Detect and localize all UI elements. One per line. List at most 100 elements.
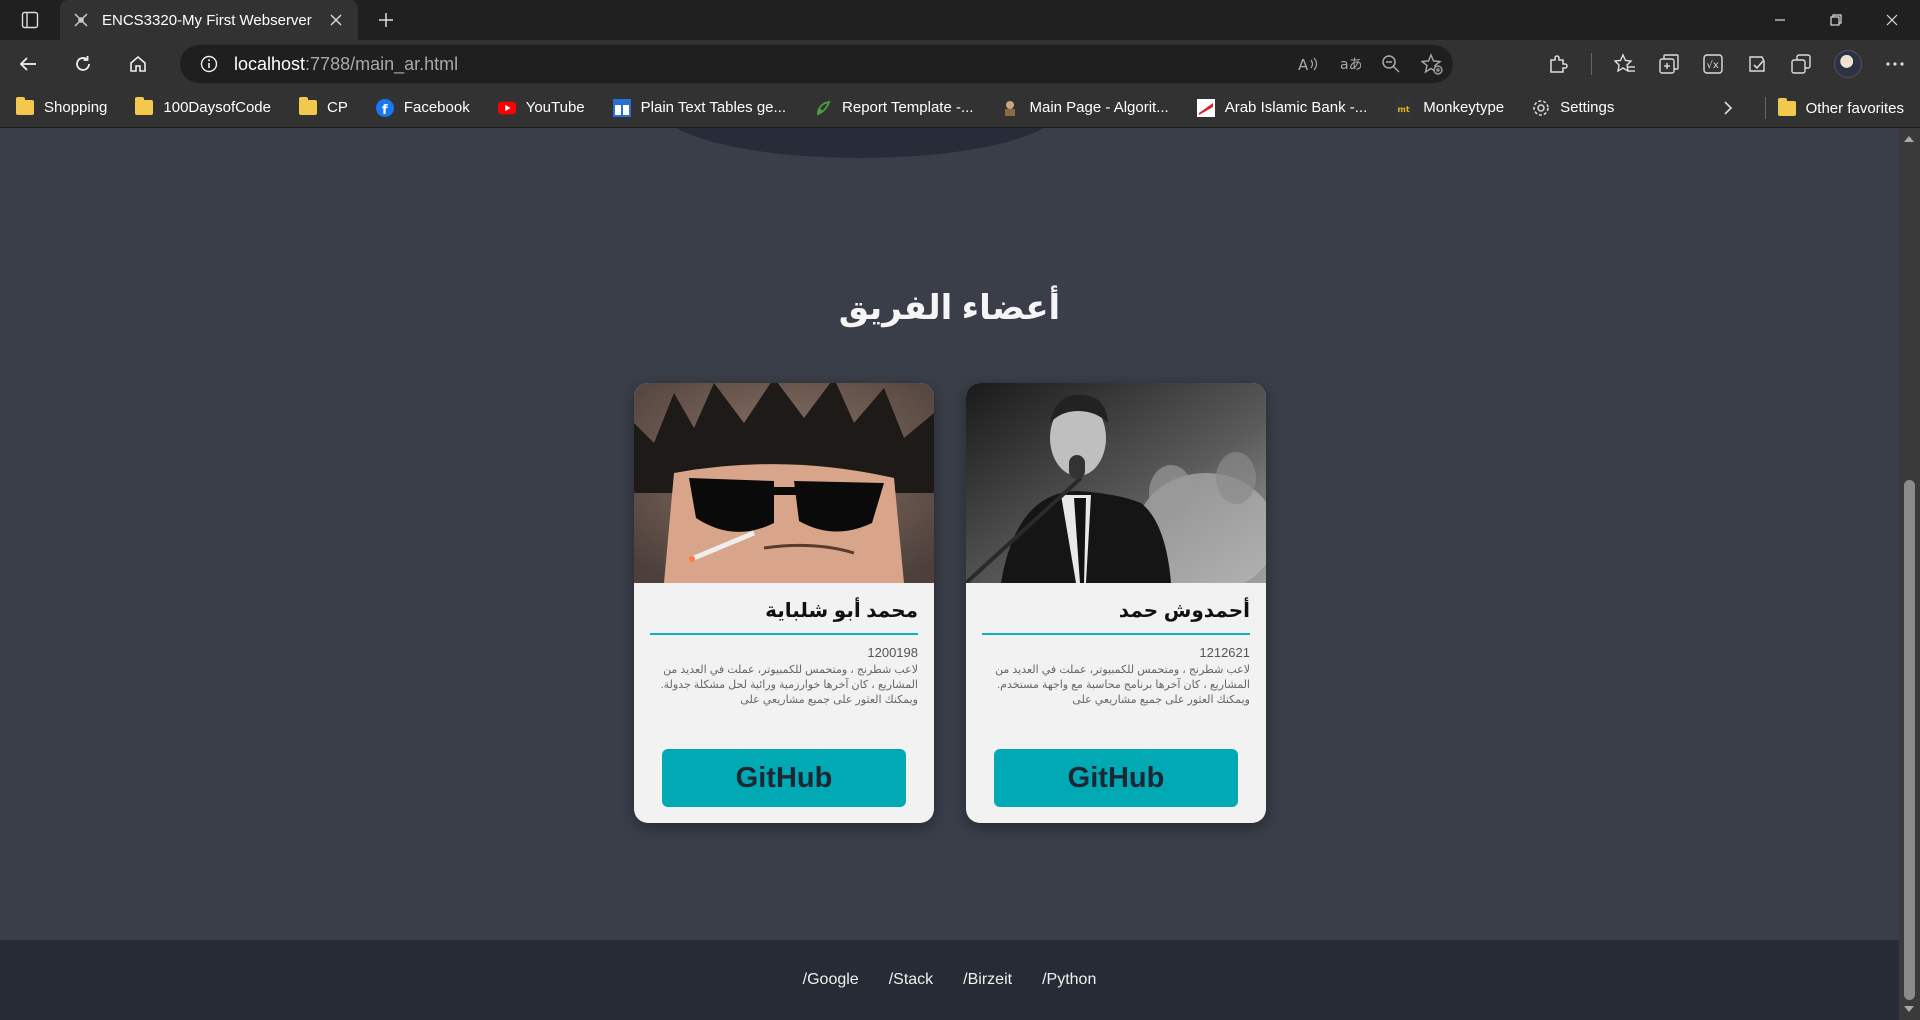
member-info: أحمدوش حمد 1212621 لاعب شطرنج ، ومتحمس ل…	[966, 583, 1266, 708]
footer-link-stack[interactable]: /Stack	[889, 971, 933, 989]
member-id: 1200198	[867, 645, 918, 660]
monkeytype-icon: mt	[1395, 98, 1414, 117]
team-member-card: أحمدوش حمد 1212621 لاعب شطرنج ، ومتحمس ل…	[966, 383, 1266, 823]
more-menu-icon[interactable]	[1884, 53, 1906, 75]
minimize-icon	[1775, 19, 1785, 21]
refresh-icon	[75, 56, 90, 71]
browser-toolbar: localhost:7788/main_ar.html A aあ √x	[0, 40, 1920, 88]
back-button[interactable]	[0, 40, 55, 88]
bookmark-plain-text-tables[interactable]: Plain Text Tables ge...	[612, 98, 786, 117]
gear-icon	[1532, 99, 1550, 117]
other-favorites[interactable]: Other favorites	[1777, 97, 1904, 117]
scroll-down-arrow-icon[interactable]	[1904, 1006, 1914, 1012]
tab-title: ENCS3320-My First Webserver	[102, 11, 312, 29]
browser-titlebar: ENCS3320-My First Webserver	[0, 0, 1920, 40]
bookmarks-bar: Shopping 100DaysofCode CP f Facebook YouT…	[0, 88, 1920, 128]
page-footer: /Google /Stack /Birzeit /Python	[0, 940, 1899, 1020]
header-arc-decoration	[660, 128, 1060, 158]
svg-text:f: f	[382, 103, 388, 117]
member-info: محمد أبو شلباية 1200198 لاعب شطرنج ، ومت…	[634, 583, 934, 708]
toolbar-right-icons: √x	[1547, 40, 1906, 88]
tables-icon	[612, 98, 631, 117]
restore-button[interactable]	[1808, 0, 1864, 40]
section-title: أعضاء الفريق	[838, 289, 1061, 327]
close-icon	[1886, 14, 1898, 26]
bookmark-shopping[interactable]: Shopping	[16, 97, 107, 117]
team-member-card: محمد أبو شلباية 1200198 لاعب شطرنج ، ومت…	[634, 383, 934, 823]
singer-portrait-image	[966, 383, 1266, 583]
scroll-up-arrow-icon[interactable]	[1904, 136, 1914, 142]
add-favorite-icon[interactable]	[1421, 53, 1443, 75]
footer-link-google[interactable]: /Google	[803, 971, 859, 989]
refresh-button[interactable]	[55, 40, 110, 88]
home-icon	[129, 55, 146, 72]
url-text[interactable]: localhost:7788/main_ar.html	[234, 54, 458, 75]
svg-text:√x: √x	[1707, 60, 1719, 71]
bookmark-100daysofcode[interactable]: 100DaysofCode	[135, 97, 271, 117]
tab-active[interactable]: ENCS3320-My First Webserver	[60, 0, 358, 40]
translate-icon[interactable]: aあ	[1339, 54, 1361, 74]
svg-text:mt: mt	[1398, 105, 1410, 114]
new-tab-button[interactable]	[366, 0, 406, 40]
zoom-out-icon[interactable]	[1381, 54, 1401, 74]
folder-icon	[298, 97, 317, 117]
site-favicon-icon	[74, 13, 88, 27]
plus-icon	[379, 13, 393, 27]
facebook-icon: f	[375, 98, 394, 117]
tab-actions-button[interactable]	[0, 0, 60, 40]
page-scrollbar[interactable]	[1899, 128, 1920, 1020]
folder-icon	[1777, 97, 1796, 117]
footer-link-birzeit[interactable]: /Birzeit	[963, 971, 1012, 989]
chevron-right-icon[interactable]	[1721, 100, 1735, 116]
tab-close-button[interactable]	[326, 10, 346, 30]
anime-avatar-image	[634, 383, 934, 583]
math-solver-icon[interactable]: √x	[1702, 53, 1724, 75]
extensions-icon[interactable]	[1547, 53, 1569, 75]
minimize-button[interactable]	[1752, 0, 1808, 40]
bookmark-settings[interactable]: Settings	[1532, 99, 1614, 117]
close-icon	[330, 14, 342, 26]
member-name: محمد أبو شلباية	[765, 600, 918, 622]
member-description: لاعب شطرنج ، ومتحمس للكمبيوتر، عملت في ا…	[995, 664, 1250, 706]
bookmark-youtube[interactable]: YouTube	[497, 99, 585, 117]
window-controls	[1752, 0, 1920, 40]
bookmark-monkeytype[interactable]: mt Monkeytype	[1395, 98, 1504, 117]
bookmark-facebook[interactable]: f Facebook	[375, 98, 470, 117]
youtube-icon	[497, 99, 516, 117]
home-button[interactable]	[110, 40, 165, 88]
bank-icon	[1196, 98, 1215, 117]
svg-text:A: A	[1298, 56, 1309, 74]
bookmark-arab-islamic-bank[interactable]: Arab Islamic Bank -...	[1196, 98, 1367, 117]
bookmarks-divider	[1764, 97, 1766, 119]
bookmarks-right: Other favorites	[1721, 88, 1904, 128]
address-bar[interactable]: localhost:7788/main_ar.html A aあ	[180, 45, 1453, 83]
read-aloud-icon[interactable]: A	[1297, 54, 1319, 74]
collections-icon[interactable]	[1658, 53, 1680, 75]
favorites-icon[interactable]	[1614, 53, 1636, 75]
github-button[interactable]: GitHub	[662, 749, 906, 807]
tab-actions-icon	[21, 11, 39, 29]
svg-text:aあ: aあ	[1340, 57, 1361, 73]
github-button[interactable]: GitHub	[994, 749, 1238, 807]
scroll-thumb[interactable]	[1904, 480, 1915, 1000]
footer-link-python[interactable]: /Python	[1042, 971, 1096, 989]
info-icon[interactable]	[200, 55, 218, 73]
toolbar-divider	[1591, 53, 1592, 75]
name-divider	[650, 633, 918, 635]
web-page: أعضاء الفريق محمد أبو شلباية 1200198 لاع…	[0, 128, 1899, 1020]
name-divider	[982, 633, 1250, 635]
bookmark-cp[interactable]: CP	[298, 97, 348, 117]
workspaces-icon[interactable]	[1790, 53, 1812, 75]
member-id: 1212621	[1199, 645, 1250, 660]
member-photo	[966, 383, 1266, 583]
browser-essentials-icon[interactable]	[1746, 53, 1768, 75]
close-window-button[interactable]	[1864, 0, 1920, 40]
address-bar-actions: A aあ	[1297, 45, 1443, 83]
restore-icon	[1830, 14, 1842, 26]
bookmark-algorithmica[interactable]: Main Page - Algorit...	[1001, 99, 1169, 117]
algorithmica-icon	[1001, 99, 1019, 117]
profile-avatar[interactable]	[1834, 50, 1862, 78]
member-description: لاعب شطرنج ، ومتحمس للكمبيوتر، عملت في ا…	[660, 664, 918, 706]
folder-icon	[16, 97, 34, 117]
bookmark-report-template[interactable]: Report Template -...	[814, 99, 973, 117]
